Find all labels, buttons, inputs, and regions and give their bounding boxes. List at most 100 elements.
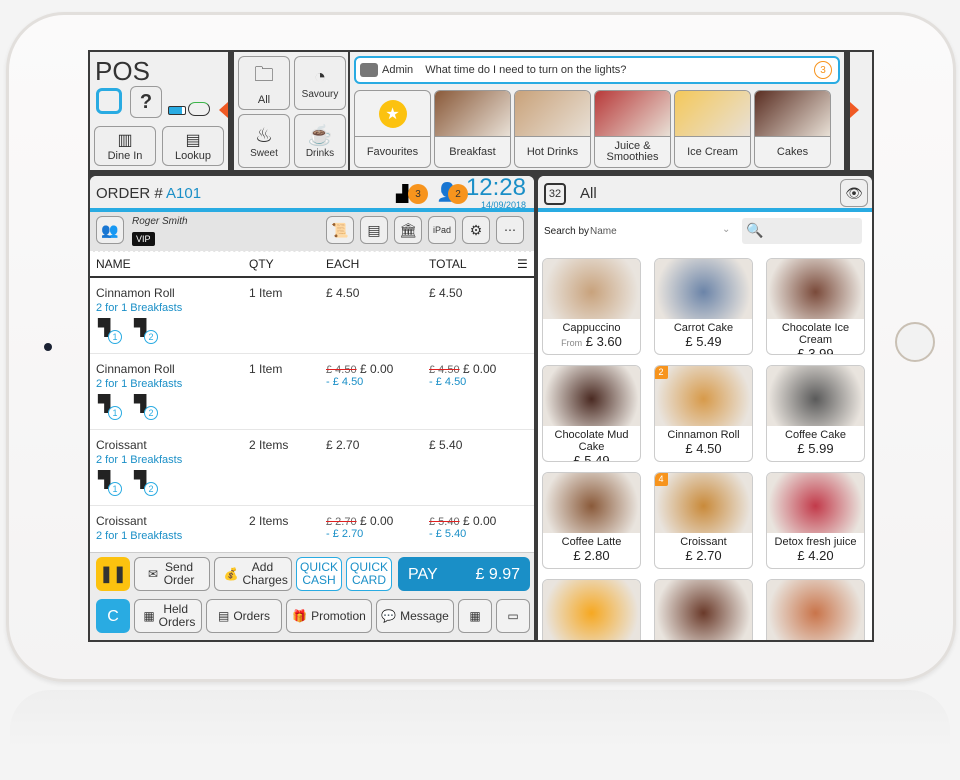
product-card[interactable] bbox=[654, 579, 753, 640]
order-items: Cinnamon Roll 2 for 1 Breakfasts 1 Item … bbox=[90, 278, 534, 582]
message-text: What time do I need to turn on the light… bbox=[425, 64, 627, 76]
product-image bbox=[767, 580, 864, 640]
order-item-row[interactable]: Croissant 2 for 1 Breakfasts 2 Items £ 2… bbox=[90, 430, 534, 506]
category-image bbox=[435, 91, 510, 137]
product-price: £ 4.20 bbox=[797, 548, 834, 563]
category-group-panel: 🗀 All ◔ Savoury ♨ Sweet ☕ Drinks bbox=[234, 52, 348, 170]
battery-icon bbox=[168, 106, 186, 115]
folder-icon: 🗀 bbox=[254, 64, 274, 86]
cash-register-button[interactable]: ▭ bbox=[496, 599, 530, 633]
product-card[interactable]: Cappuccino From £ 3.60 bbox=[542, 258, 641, 355]
category-4[interactable]: Ice Cream bbox=[674, 90, 751, 168]
category-3[interactable]: Juice & Smoothies bbox=[594, 90, 671, 168]
seat-icon[interactable]: ▜ 2 bbox=[134, 470, 158, 496]
product-qty-badge: 4 bbox=[655, 473, 668, 486]
quick-cash-button[interactable]: QUICK CASH bbox=[296, 557, 342, 591]
pay-button[interactable]: PAY £ 9.97 bbox=[398, 557, 530, 591]
product-card[interactable]: 4 Croissant £ 2.70 bbox=[654, 472, 753, 569]
product-card[interactable]: Chocolate Mud Cake £ 5.49 bbox=[542, 365, 641, 462]
item-qty: 2 Items bbox=[249, 438, 289, 452]
item-promotion: 2 for 1 Breakfasts bbox=[96, 378, 183, 390]
category-0[interactable]: ★ Favourites bbox=[354, 90, 431, 168]
customer-bar: 👥 Roger Smith VIP 📜 ▤ 🏛 iPad ⚙ ⋯ bbox=[90, 212, 534, 252]
split-bill-button[interactable]: ▤ bbox=[360, 216, 388, 244]
category-2[interactable]: Hot Drinks bbox=[514, 90, 591, 168]
orders-button[interactable]: ▤ Orders bbox=[206, 599, 282, 633]
category-image bbox=[515, 91, 590, 137]
group-drinks[interactable]: ☕ Drinks bbox=[294, 114, 346, 168]
send-order-button[interactable]: ✉ Send Order bbox=[134, 557, 210, 591]
product-card[interactable]: Coffee Cake £ 5.99 bbox=[766, 365, 865, 462]
pause-button[interactable]: ❚❚ bbox=[96, 557, 130, 591]
seat-icon[interactable]: ▜ 1 bbox=[98, 394, 122, 420]
add-charges-button[interactable]: 💰 Add Charges bbox=[214, 557, 292, 591]
bank-info-button[interactable]: 🏛 bbox=[394, 216, 422, 244]
tablet-reflection bbox=[10, 690, 950, 750]
settings-list-button[interactable]: ⚙ bbox=[462, 216, 490, 244]
product-card[interactable]: Detox fresh juice £ 4.20 bbox=[766, 472, 865, 569]
visibility-toggle[interactable]: 👁 bbox=[840, 179, 868, 207]
customer-vip-badge: VIP bbox=[132, 232, 155, 246]
item-name: Croissant bbox=[96, 438, 147, 452]
product-card[interactable] bbox=[542, 579, 641, 640]
product-card[interactable]: Chocolate Ice Cream £ 3.99 bbox=[766, 258, 865, 355]
cash-register-icon: ▭ bbox=[507, 608, 519, 623]
lookup-button[interactable]: ▤ Lookup bbox=[162, 126, 224, 166]
coffee-pot-icon: ☕ bbox=[307, 125, 333, 147]
item-promotion: 2 for 1 Breakfasts bbox=[96, 302, 183, 314]
order-columns: NAME QTY EACH TOTAL ☰ bbox=[90, 252, 534, 278]
column-menu-icon[interactable]: ☰ bbox=[517, 257, 528, 271]
order-item-row[interactable]: Cinnamon Roll 2 for 1 Breakfasts 1 Item … bbox=[90, 354, 534, 430]
product-name: Cinnamon Roll bbox=[667, 429, 740, 441]
orders-icon: ▤ bbox=[217, 608, 230, 623]
product-grid: Cappuccino From £ 3.60 Carrot Cake £ 5.4… bbox=[542, 258, 865, 640]
dine-in-button[interactable]: ▥ Dine In bbox=[94, 126, 156, 166]
search-by-select[interactable]: Name bbox=[590, 226, 617, 237]
chat-logo-icon[interactable] bbox=[96, 88, 122, 114]
clear-button[interactable]: C bbox=[96, 599, 130, 633]
receipt-button[interactable]: 📜 bbox=[326, 216, 354, 244]
message-bar[interactable]: Admin What time do I need to turn on the… bbox=[354, 56, 840, 84]
seat-icon[interactable]: ▜ 2 bbox=[134, 394, 158, 420]
category-image bbox=[755, 91, 830, 137]
send-icon: ✉ bbox=[147, 566, 159, 581]
order-item-row[interactable]: Cinnamon Roll 2 for 1 Breakfasts 1 Item … bbox=[90, 278, 534, 354]
product-card[interactable] bbox=[766, 579, 865, 640]
category-1[interactable]: Breakfast bbox=[434, 90, 511, 168]
seat-icon[interactable]: ▜ 2 bbox=[134, 318, 158, 344]
product-card[interactable]: Coffee Latte £ 2.80 bbox=[542, 472, 641, 569]
seat-icon[interactable]: ▜ 1 bbox=[98, 318, 122, 344]
left-nav-arrow[interactable] bbox=[219, 102, 228, 118]
home-button[interactable] bbox=[895, 322, 935, 362]
chevron-down-icon[interactable]: ⌄ bbox=[722, 224, 730, 235]
calculator-button[interactable]: ▦ bbox=[458, 599, 492, 633]
product-name: Carrot Cake bbox=[673, 322, 734, 334]
pay-amount: £ 9.97 bbox=[475, 565, 520, 583]
item-name: Cinnamon Roll bbox=[96, 362, 175, 376]
held-orders-button[interactable]: ▦ Held Orders bbox=[134, 599, 202, 633]
group-all[interactable]: 🗀 All bbox=[238, 56, 290, 110]
product-image bbox=[767, 259, 864, 319]
product-price: £ 4.50 bbox=[685, 441, 722, 456]
help-button[interactable]: ? bbox=[130, 86, 162, 118]
promotion-button[interactable]: 🎁 Promotion bbox=[286, 599, 372, 633]
item-promotion: 2 for 1 Breakfasts bbox=[96, 530, 183, 542]
customer-button[interactable]: 👥 bbox=[96, 216, 124, 244]
quick-card-button[interactable]: QUICK CARD bbox=[346, 557, 392, 591]
product-card[interactable]: 2 Cinnamon Roll £ 4.50 bbox=[654, 365, 753, 462]
item-total: £ 5.40 £ 0.00- £ 5.40 bbox=[429, 514, 497, 540]
right-nav-arrow[interactable] bbox=[850, 102, 859, 118]
ipad-barcode-button[interactable]: iPad bbox=[428, 216, 456, 244]
more-options-button[interactable]: ⋯ bbox=[496, 216, 524, 244]
group-savoury[interactable]: ◔ Savoury bbox=[294, 56, 346, 110]
product-name: Coffee Latte bbox=[561, 536, 622, 548]
item-total: £ 4.50 bbox=[429, 286, 463, 300]
product-price: From £ 3.60 bbox=[561, 334, 622, 349]
product-card[interactable]: Carrot Cake £ 5.49 bbox=[654, 258, 753, 355]
customer-name[interactable]: Roger Smith bbox=[132, 216, 188, 227]
seat-assignments: ▜ 1 ▜ 2 bbox=[98, 394, 158, 420]
group-sweet[interactable]: ♨ Sweet bbox=[238, 114, 290, 168]
category-5[interactable]: Cakes bbox=[754, 90, 831, 168]
message-button[interactable]: 💬 Message bbox=[376, 599, 454, 633]
seat-icon[interactable]: ▜ 1 bbox=[98, 470, 122, 496]
